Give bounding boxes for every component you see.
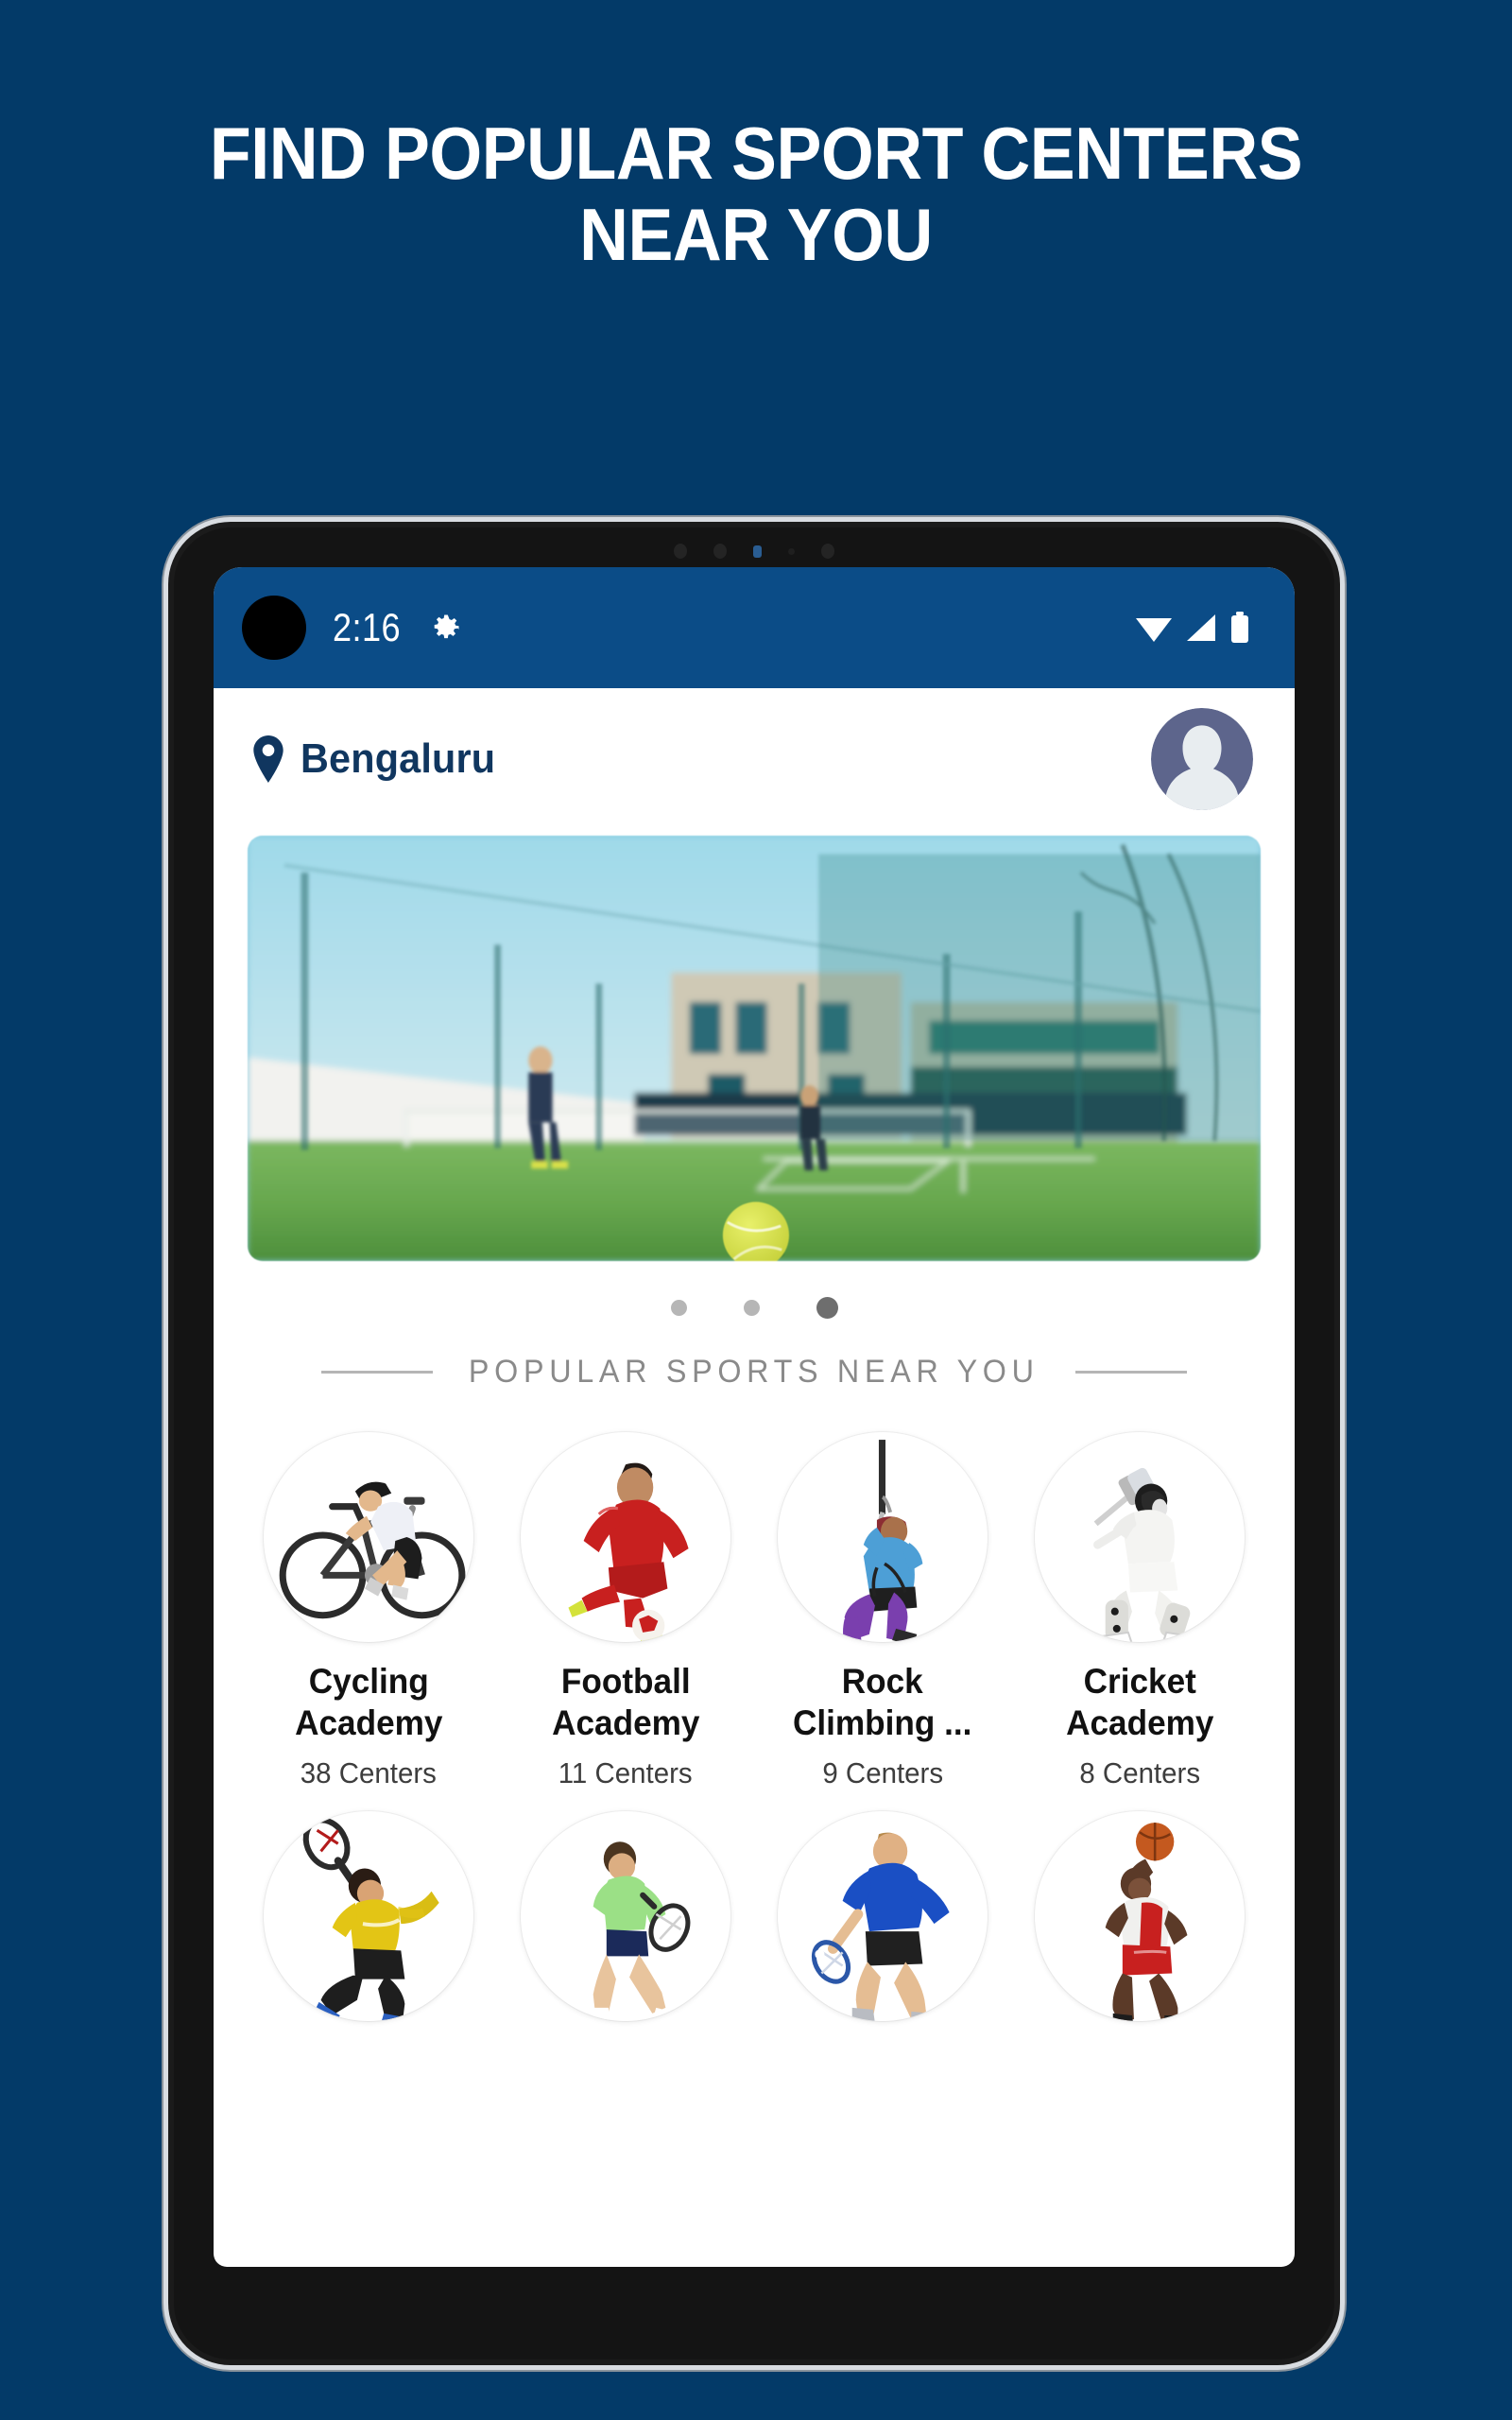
speaker-sensor-icon xyxy=(713,544,727,559)
carousel-dot-2[interactable] xyxy=(743,1299,760,1316)
promo-headline: FIND POPULAR SPORT CENTERS NEAR YOU xyxy=(60,112,1452,276)
popular-sports-section-header: POPULAR SPORTS NEAR YOU xyxy=(214,1354,1295,1391)
sport-name-line-2: Academy xyxy=(551,1703,700,1742)
badminton-icon[interactable] xyxy=(264,1811,473,2022)
sport-card-cycling[interactable]: Cycling Academy 38 Centers xyxy=(242,1432,495,1790)
sport-card-rock-climbing[interactable]: Rock Climbing ... 9 Centers xyxy=(756,1432,1009,1790)
sports-grid-row-2 xyxy=(214,1811,1295,2022)
carousel-dot-3-active[interactable] xyxy=(816,1296,838,1319)
sport-card-squash[interactable] xyxy=(756,1811,1009,2022)
section-title: POPULAR SPORTS NEAR YOU xyxy=(469,1354,1040,1390)
sport-name: Cycling Academy xyxy=(295,1661,442,1743)
sport-name-line-1: Cricket xyxy=(1083,1662,1196,1701)
phone-bezel: 2:16 Bengaluru POPULAR SPORTS NEAR YOU C… xyxy=(174,527,1334,2360)
sport-name-line-1: Rock xyxy=(842,1662,923,1701)
camera-punch-hole xyxy=(242,596,306,660)
cycling-icon[interactable] xyxy=(264,1432,473,1642)
sport-center-count: 8 Centers xyxy=(1079,1756,1200,1790)
phone-device-frame: 2:16 Bengaluru POPULAR SPORTS NEAR YOU C… xyxy=(168,522,1340,2365)
carousel-dots[interactable] xyxy=(214,1261,1295,1354)
squash-icon[interactable] xyxy=(778,1811,988,2022)
promo-headline-line-1: FIND POPULAR SPORT CENTERS xyxy=(209,112,1303,195)
divider-rule-right xyxy=(1074,1371,1187,1374)
promo-headline-line-2: NEAR YOU xyxy=(579,192,933,276)
app-header: Bengaluru xyxy=(214,688,1295,830)
status-time: 2:16 xyxy=(333,605,402,649)
earpiece-icon xyxy=(821,544,834,559)
phone-screen: 2:16 Bengaluru POPULAR SPORTS NEAR YOU C… xyxy=(214,567,1295,2267)
gear-icon xyxy=(429,611,463,645)
location-pin-icon xyxy=(249,735,287,783)
sport-name: Cricket Academy xyxy=(1066,1661,1213,1743)
football-icon[interactable] xyxy=(521,1432,730,1642)
sport-name: Rock Climbing ... xyxy=(793,1661,971,1743)
sport-name-line-1: Football xyxy=(560,1662,691,1701)
sport-center-count: 38 Centers xyxy=(300,1756,438,1790)
status-bar-right xyxy=(1134,611,1251,645)
sport-card-tennis[interactable] xyxy=(499,1811,752,2022)
sport-center-count: 11 Centers xyxy=(558,1756,693,1790)
rock-climbing-icon[interactable] xyxy=(778,1432,988,1642)
location-selector[interactable]: Bengaluru xyxy=(249,735,507,783)
sport-card-football[interactable]: Football Academy 11 Centers xyxy=(499,1432,752,1790)
sport-name-line-2: Academy xyxy=(1065,1703,1214,1742)
hero-carousel[interactable] xyxy=(214,830,1295,1261)
battery-icon xyxy=(1228,611,1251,645)
sport-center-count: 9 Centers xyxy=(822,1756,943,1790)
divider-rule-left xyxy=(321,1371,434,1374)
location-name: Bengaluru xyxy=(301,735,496,782)
sport-name: Football Academy xyxy=(552,1661,699,1743)
status-bar: 2:16 xyxy=(214,567,1295,688)
cellular-signal-icon xyxy=(1183,612,1219,644)
tennis-icon[interactable] xyxy=(521,1811,730,2022)
light-sensor-icon xyxy=(788,547,795,555)
wifi-icon xyxy=(1134,612,1174,644)
front-camera-icon xyxy=(753,544,762,558)
sports-grid-row-1: Cycling Academy 38 Centers Football Acad… xyxy=(214,1432,1295,1790)
sport-card-badminton[interactable] xyxy=(242,1811,495,2022)
hero-slide-image[interactable] xyxy=(248,836,1261,1261)
sport-card-cricket[interactable]: Cricket Academy 8 Centers xyxy=(1013,1432,1266,1790)
sport-name-line-2: Climbing ... xyxy=(793,1703,972,1742)
carousel-dot-1[interactable] xyxy=(670,1299,687,1316)
sport-card-basketball[interactable] xyxy=(1013,1811,1266,2022)
avatar[interactable] xyxy=(1151,708,1253,810)
sport-name-line-1: Cycling xyxy=(308,1662,429,1701)
proximity-sensor-icon xyxy=(674,544,687,559)
basketball-icon[interactable] xyxy=(1035,1811,1245,2022)
status-bar-left: 2:16 xyxy=(333,605,463,650)
cricket-icon[interactable] xyxy=(1035,1432,1245,1642)
sport-name-line-2: Academy xyxy=(294,1703,443,1742)
phone-top-sensors xyxy=(174,541,1334,562)
